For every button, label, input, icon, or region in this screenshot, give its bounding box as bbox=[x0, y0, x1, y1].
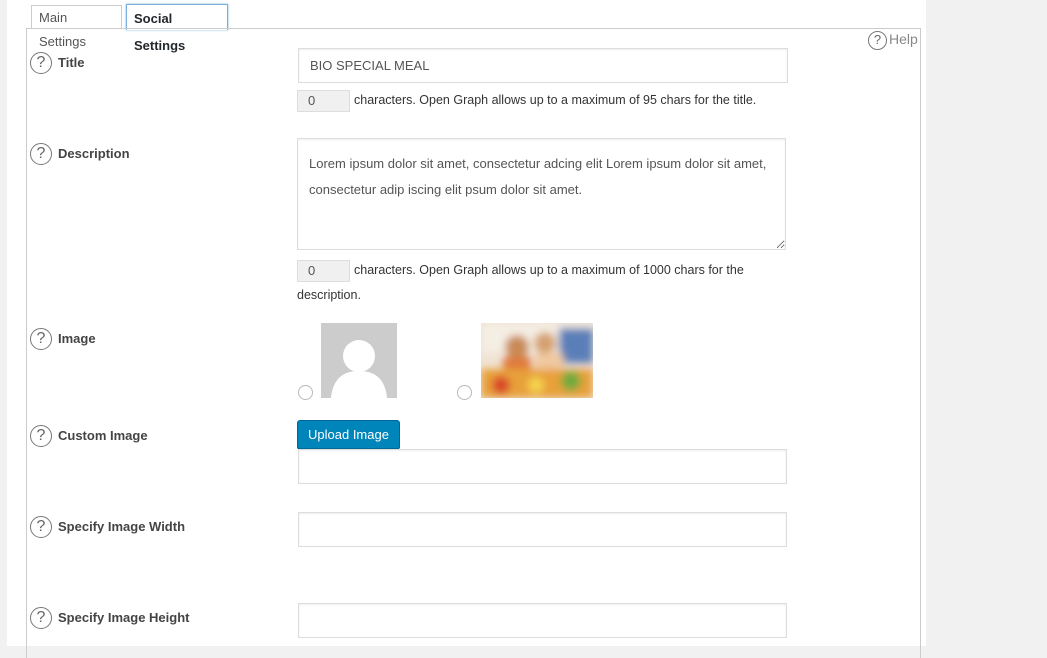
image-height-input[interactable] bbox=[298, 603, 787, 638]
custom-image-label: Custom Image bbox=[58, 428, 148, 443]
title-input[interactable] bbox=[298, 48, 788, 83]
description-char-hint: characters. Open Graph allows up to a ma… bbox=[354, 263, 744, 277]
description-help-icon[interactable]: ? bbox=[30, 143, 52, 165]
settings-box bbox=[26, 28, 921, 658]
image-help-icon[interactable]: ? bbox=[30, 328, 52, 350]
description-char-hint-cont: description. bbox=[297, 288, 361, 302]
title-char-hint: characters. Open Graph allows up to a ma… bbox=[354, 93, 757, 107]
description-label: Description bbox=[58, 146, 130, 161]
image-option-photo-radio[interactable] bbox=[457, 385, 472, 400]
image-height-label: Specify Image Height bbox=[58, 610, 190, 625]
image-option-avatar-radio[interactable] bbox=[298, 385, 313, 400]
tab-main-settings[interactable]: Main Settings bbox=[31, 5, 122, 49]
tab-social-settings[interactable]: Social Settings bbox=[126, 4, 228, 53]
settings-panel: Main Settings Social Settings ? Help ? Ti… bbox=[7, 0, 926, 658]
title-help-icon[interactable]: ? bbox=[30, 52, 52, 74]
user-silhouette-icon bbox=[321, 323, 397, 398]
image-label: Image bbox=[58, 331, 96, 346]
help-label: Help bbox=[889, 31, 918, 48]
title-char-count: 0 bbox=[297, 90, 350, 112]
help-link[interactable]: ? Help bbox=[868, 31, 918, 50]
title-label: Title bbox=[58, 55, 85, 70]
description-char-count: 0 bbox=[297, 260, 350, 282]
image-height-help-icon[interactable]: ? bbox=[30, 607, 52, 629]
custom-image-url-input[interactable] bbox=[298, 449, 787, 484]
upload-image-button[interactable]: Upload Image bbox=[297, 420, 400, 449]
image-width-help-icon[interactable]: ? bbox=[30, 516, 52, 538]
custom-image-help-icon[interactable]: ? bbox=[30, 425, 52, 447]
default-avatar-image[interactable] bbox=[321, 323, 397, 398]
description-textarea[interactable]: Lorem ipsum dolor sit amet, consectetur … bbox=[297, 138, 786, 250]
question-circle-icon: ? bbox=[868, 31, 887, 50]
featured-photo-image[interactable] bbox=[481, 323, 593, 398]
image-width-input[interactable] bbox=[298, 512, 787, 547]
image-width-label: Specify Image Width bbox=[58, 519, 186, 534]
children-photo-thumbnail bbox=[481, 323, 593, 398]
